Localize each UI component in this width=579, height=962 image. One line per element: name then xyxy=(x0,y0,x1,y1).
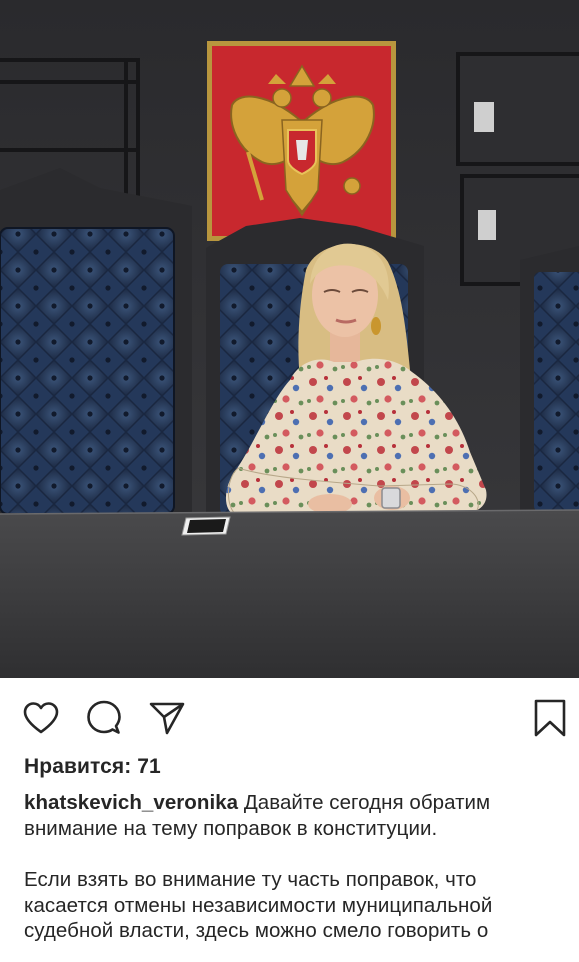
coat-of-arms xyxy=(207,41,396,241)
paper-plane-icon xyxy=(149,702,185,735)
like-button[interactable] xyxy=(21,698,61,738)
wall-socket xyxy=(478,210,496,240)
post-photo[interactable] xyxy=(0,0,579,678)
likes-count[interactable]: Нравится: 71 xyxy=(24,755,161,779)
post-action-bar xyxy=(0,690,579,744)
chair-left xyxy=(0,168,192,520)
comment-icon xyxy=(87,700,121,734)
caption-username[interactable]: khatskevich_veronika xyxy=(24,791,238,814)
heart-icon xyxy=(23,702,59,734)
comment-button[interactable] xyxy=(84,698,124,738)
bookmark-icon xyxy=(534,699,566,737)
chair-right xyxy=(520,246,579,520)
post-caption: khatskevich_veronika Давайте сегодня обр… xyxy=(24,790,559,944)
share-button[interactable] xyxy=(147,698,187,738)
table xyxy=(0,510,579,678)
phone-on-table xyxy=(181,516,231,536)
save-button[interactable] xyxy=(530,698,570,738)
wall-socket xyxy=(474,102,494,132)
caption-second-paragraph: Если взять во внимание ту часть поправок… xyxy=(24,868,493,942)
caption-first-paragraph: khatskevich_veronika Давайте сегодня обр… xyxy=(24,790,559,841)
